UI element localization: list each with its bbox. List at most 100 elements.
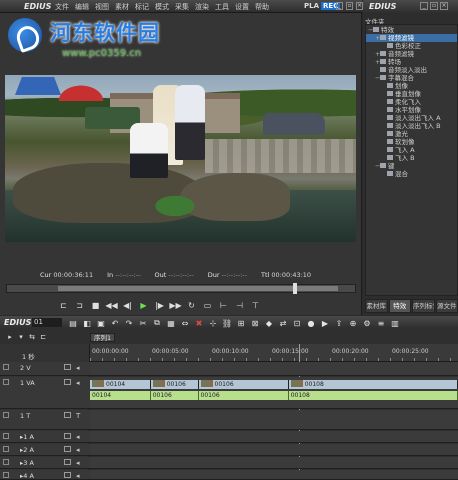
pla-rec-switch[interactable]: PLA REC: [302, 2, 341, 10]
project-number[interactable]: 01: [32, 318, 62, 327]
speaker-icon[interactable]: ◂: [76, 364, 80, 372]
track-lock-icon[interactable]: [64, 459, 71, 465]
track-lock-icon[interactable]: [64, 364, 71, 370]
marker-icon[interactable]: ◆: [264, 318, 274, 328]
audio-clip[interactable]: 00104: [90, 391, 151, 400]
track-header[interactable]: ▸4 A ◂: [0, 470, 90, 480]
speaker-icon[interactable]: ◂: [76, 379, 80, 387]
video-clip[interactable]: 00106: [150, 380, 199, 389]
tree-item[interactable]: 飞入 B: [366, 154, 457, 162]
video-clip[interactable]: 00108: [288, 380, 458, 389]
tab-sequence[interactable]: 序列1: [90, 333, 116, 342]
fast-forward-icon[interactable]: ▶▶: [169, 300, 181, 311]
close-icon[interactable]: ×: [440, 2, 448, 10]
tree-item[interactable]: 混合: [366, 170, 457, 178]
panel-tab[interactable]: 源文件: [435, 299, 458, 313]
copy-icon[interactable]: ⧉: [152, 318, 162, 328]
scrub-handle[interactable]: [293, 283, 297, 294]
pla-button[interactable]: PLA: [302, 2, 321, 10]
track-header[interactable]: 1 VA ◂: [0, 377, 90, 409]
new-sequence-icon[interactable]: ▤: [68, 318, 78, 328]
play-icon[interactable]: ▶: [138, 300, 149, 311]
tree-item[interactable]: 垂直划像: [366, 90, 457, 98]
track-toggle-icon[interactable]: [3, 459, 9, 465]
group-icon[interactable]: ⊞: [236, 318, 246, 328]
tree-item[interactable]: + 转场: [366, 58, 457, 66]
track-header[interactable]: ▸3 A ◂: [0, 457, 90, 469]
link-icon[interactable]: ⛓: [222, 318, 232, 328]
track-toggle-icon[interactable]: [3, 379, 9, 385]
track-header[interactable]: ▸1 A ◂: [0, 431, 90, 443]
settings-icon[interactable]: ⚙: [362, 318, 372, 328]
tree-item[interactable]: 色彩校正: [366, 42, 457, 50]
menu-item[interactable]: 文件: [55, 2, 69, 12]
menu-item[interactable]: 素材: [115, 2, 129, 12]
add-transition-icon[interactable]: ⊠: [250, 318, 260, 328]
render-icon[interactable]: ▶: [320, 318, 330, 328]
paste-icon[interactable]: ▦: [166, 318, 176, 328]
track-toggle-icon[interactable]: [3, 446, 9, 452]
tree-item[interactable]: 飞入 A: [366, 146, 457, 154]
menu-item[interactable]: 标记: [135, 2, 149, 12]
stop-icon[interactable]: ■: [90, 300, 101, 311]
track-row[interactable]: [90, 470, 458, 480]
audio-clip[interactable]: 00108: [288, 391, 458, 400]
mode-icon[interactable]: ▸: [6, 333, 14, 341]
zoom-icon[interactable]: ⊕: [348, 318, 358, 328]
tree-item[interactable]: 淡入淡出飞入 B: [366, 122, 457, 130]
tree-item[interactable]: − 特效: [366, 26, 457, 34]
track-header[interactable]: ▸2 A ◂: [0, 444, 90, 456]
menu-item[interactable]: 设置: [235, 2, 249, 12]
minimize-icon[interactable]: _: [420, 2, 428, 10]
delete-icon[interactable]: ✖: [194, 318, 204, 328]
zoom-level[interactable]: 1 秒: [22, 351, 35, 361]
panel-tab[interactable]: 特效: [388, 299, 411, 313]
speaker-icon[interactable]: ◂: [76, 446, 80, 454]
track-row[interactable]: [90, 431, 458, 443]
track-lock-icon[interactable]: [64, 433, 71, 439]
track-row[interactable]: [90, 362, 458, 376]
track-toggle-icon[interactable]: [3, 472, 9, 478]
track-row[interactable]: [90, 444, 458, 456]
loop-icon[interactable]: ↻: [186, 300, 197, 311]
track-toggle-icon[interactable]: [3, 364, 9, 370]
speaker-icon[interactable]: ◂: [76, 459, 80, 467]
tree-item[interactable]: 划像: [366, 82, 457, 90]
track-toggle-icon[interactable]: [3, 433, 9, 439]
tree-item[interactable]: + 音频滤镜: [366, 50, 457, 58]
speaker-icon[interactable]: ◂: [76, 472, 80, 480]
open-icon[interactable]: ◧: [82, 318, 92, 328]
restore-icon[interactable]: ▫: [430, 2, 438, 10]
title-icon[interactable]: T: [76, 412, 80, 420]
track-lock-icon[interactable]: [64, 379, 71, 385]
panel-tab[interactable]: 序列标记: [412, 299, 435, 313]
insert-icon[interactable]: ⊢: [218, 300, 229, 311]
track-header[interactable]: 1 T T: [0, 410, 90, 430]
track-icon[interactable]: ≡: [376, 318, 386, 328]
menu-item[interactable]: 视图: [95, 2, 109, 12]
track-header[interactable]: 2 V ◂: [0, 362, 90, 376]
mark-icon[interactable]: ⊤: [250, 300, 261, 311]
sync-icon[interactable]: ⇄: [278, 318, 288, 328]
tree-item[interactable]: 音频淡入淡出: [366, 66, 457, 74]
tree-item[interactable]: 淡入淡出飞入 A: [366, 114, 457, 122]
track-select-icon[interactable]: ▾: [17, 333, 25, 341]
mic-icon[interactable]: ●: [306, 318, 316, 328]
speaker-icon[interactable]: ◂: [76, 433, 80, 441]
video-preview[interactable]: [5, 75, 356, 242]
track-lock-icon[interactable]: [64, 412, 71, 418]
video-clip[interactable]: 00106: [198, 380, 289, 389]
snap-icon[interactable]: ⊡: [292, 318, 302, 328]
menu-item[interactable]: 工具: [215, 2, 229, 12]
menu-item[interactable]: 帮助: [255, 2, 269, 12]
audio-clip[interactable]: 00106: [198, 391, 289, 400]
menu-item[interactable]: 编辑: [75, 2, 89, 12]
minimize-icon[interactable]: _: [336, 2, 343, 10]
tree-item[interactable]: 激光: [366, 130, 457, 138]
cut-icon[interactable]: ✂: [138, 318, 148, 328]
panel-tab[interactable]: 素材库: [365, 299, 388, 313]
restore-icon[interactable]: ▫: [346, 2, 353, 10]
tree-item[interactable]: 水平划像: [366, 106, 457, 114]
set-out-icon[interactable]: ⊐: [74, 300, 85, 311]
audio-clip[interactable]: 00106: [150, 391, 199, 400]
